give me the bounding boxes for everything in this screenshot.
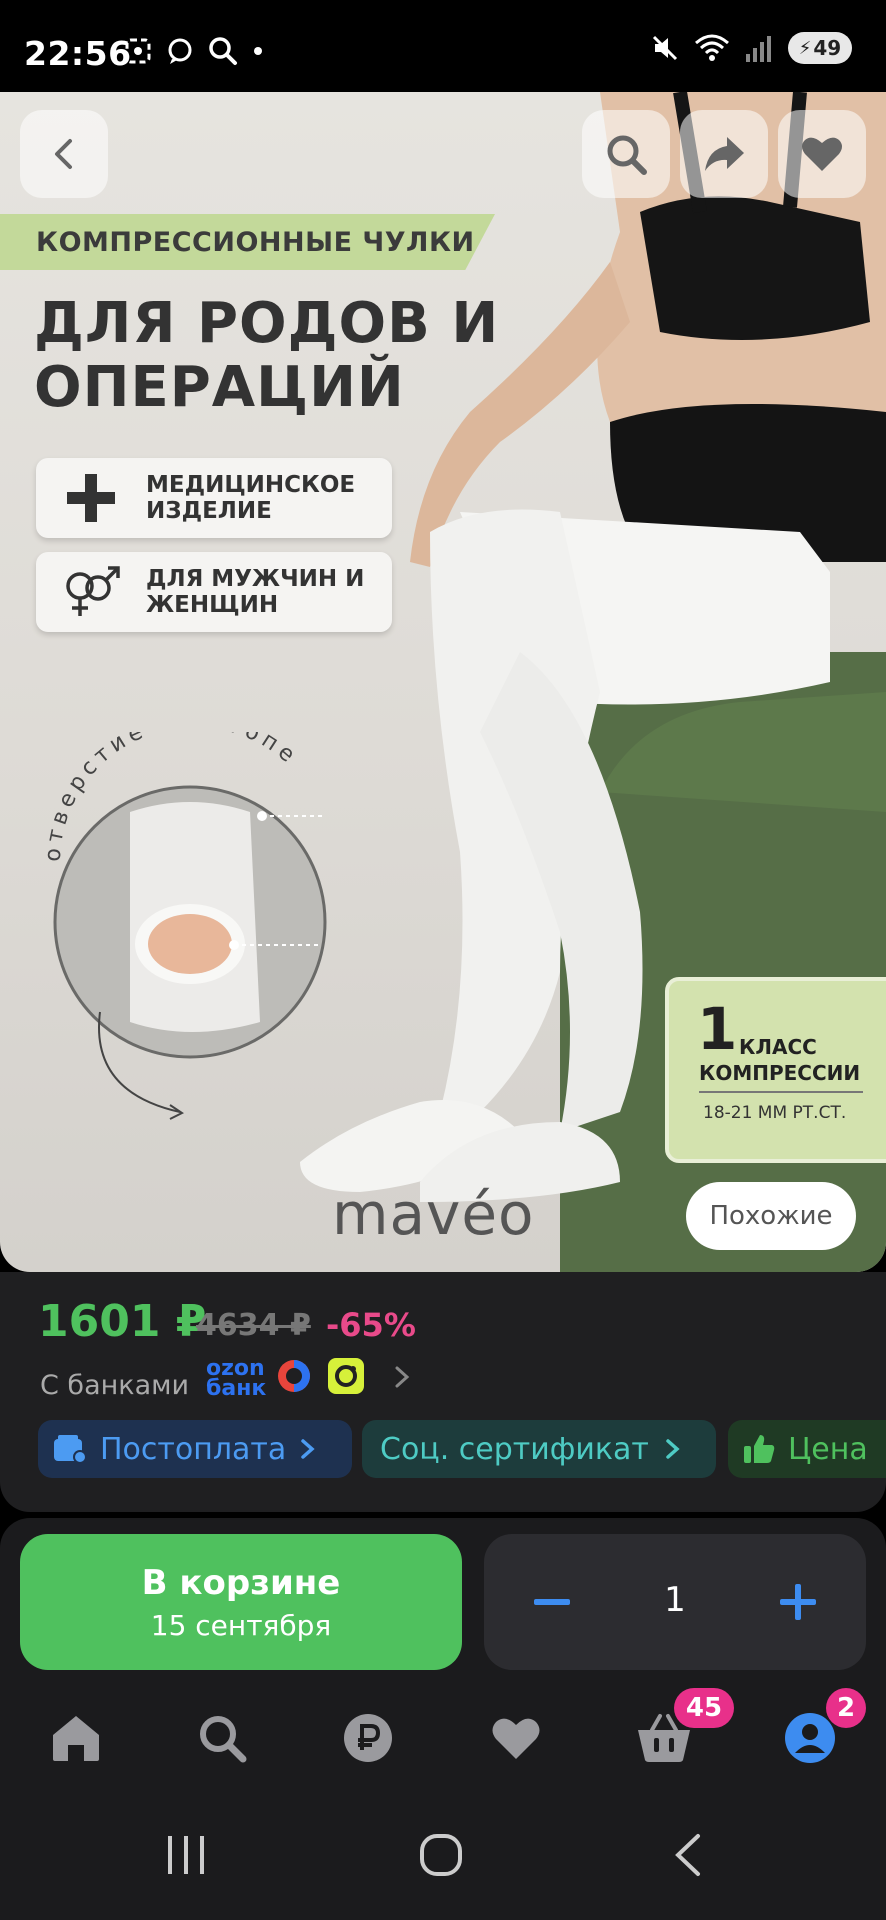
chevron-left-icon bbox=[55, 139, 72, 169]
ruble-icon bbox=[344, 1714, 392, 1762]
bank-logo-icon[interactable] bbox=[276, 1358, 312, 1394]
product-headline: ДЛЯ РОДОВ И ОПЕРАЦИЙ bbox=[34, 291, 500, 420]
plus-icon bbox=[67, 474, 115, 522]
in-cart-button[interactable]: В корзине 15 сентября bbox=[20, 1534, 462, 1670]
hole-caption: отверстие на стопе bbox=[41, 732, 303, 862]
product-image[interactable]: КОМПРЕССИОННЫЕ ЧУЛКИ ДЛЯ РОДОВ И ОПЕРАЦИ… bbox=[0, 92, 886, 1272]
home-icon bbox=[53, 1716, 99, 1761]
home-circle-icon bbox=[420, 1834, 462, 1876]
battery-indicator: ⚡ 49 bbox=[788, 32, 852, 64]
search-button[interactable] bbox=[582, 110, 670, 198]
old-price: 4634 ₽ bbox=[196, 1308, 311, 1343]
wallet-icon bbox=[54, 1435, 87, 1464]
search-icon bbox=[607, 135, 647, 175]
nav-home[interactable] bbox=[40, 1702, 112, 1774]
plus-icon bbox=[780, 1584, 816, 1620]
bank-logo-icon-2[interactable] bbox=[328, 1358, 364, 1394]
status-system-icons: ⚡ 49 bbox=[650, 32, 852, 64]
chevron-right-icon bbox=[301, 1439, 315, 1459]
status-notification-icons bbox=[124, 36, 264, 66]
product-category-banner: КОМПРЕССИОННЫЕ ЧУЛКИ bbox=[0, 214, 495, 270]
cart-bar: В корзине 15 сентября 1 bbox=[0, 1518, 886, 1678]
quantity-stepper: 1 bbox=[484, 1534, 866, 1670]
nav-favorites[interactable] bbox=[480, 1702, 552, 1774]
chevron-right-icon bbox=[666, 1439, 680, 1459]
favorite-button[interactable] bbox=[778, 110, 866, 198]
heart-icon bbox=[492, 1718, 540, 1759]
home-system-button[interactable] bbox=[418, 1832, 464, 1882]
search-icon bbox=[200, 1716, 247, 1763]
chip-price[interactable]: Цена bbox=[728, 1420, 886, 1478]
signal-icon bbox=[746, 36, 771, 62]
charging-icon: ⚡ bbox=[798, 37, 812, 59]
mute-icon bbox=[652, 35, 678, 61]
system-navigation-bar bbox=[0, 1798, 886, 1920]
back-chevron-icon bbox=[675, 1834, 700, 1876]
status-bar: 22:56 ⚡ 49 bbox=[0, 0, 886, 92]
discount-percent: -65% bbox=[326, 1306, 416, 1344]
back-system-button[interactable] bbox=[668, 1832, 708, 1882]
brand-logo: mavéo bbox=[332, 1180, 535, 1248]
feature-badge-medical: МЕДИЦИНСКОЕ ИЗДЕЛИЕ bbox=[36, 458, 392, 538]
screenshot-icon bbox=[125, 38, 151, 64]
banks-chevron-icon[interactable] bbox=[390, 1362, 414, 1396]
compression-class-badge: 1 КЛАСС КОМПРЕССИИ 18-21 ММ РТ.СТ. bbox=[665, 977, 886, 1163]
bottom-navigation: 45 2 bbox=[0, 1678, 886, 1798]
nav-search[interactable] bbox=[186, 1702, 258, 1774]
heart-icon bbox=[802, 137, 842, 171]
svg-text:отверстие на стопе: отверстие на стопе bbox=[41, 732, 303, 862]
recent-apps-icon bbox=[168, 1836, 204, 1874]
wifi-icon bbox=[695, 34, 729, 61]
share-icon bbox=[705, 137, 744, 171]
gender-icon bbox=[66, 566, 120, 616]
search-status-icon bbox=[209, 37, 237, 65]
current-price: 1601 ₽ bbox=[38, 1296, 207, 1347]
ozon-bank-logo[interactable]: ozon банк bbox=[206, 1358, 266, 1400]
profile-notification-badge: 2 bbox=[826, 1688, 866, 1728]
cart-count-badge: 45 bbox=[674, 1688, 734, 1728]
back-button[interactable] bbox=[20, 110, 108, 198]
feature-badge-gender: ДЛЯ МУЖЧИН И ЖЕНЩИН bbox=[36, 552, 392, 632]
chip-social-certificate[interactable]: Соц. сертификат bbox=[362, 1420, 716, 1478]
share-button[interactable] bbox=[680, 110, 768, 198]
chip-postpay[interactable]: Постоплата bbox=[38, 1420, 352, 1478]
product-info-panel: 1601 ₽ 4634 ₽ -65% С банками ozon банк П… bbox=[0, 1272, 886, 1512]
thumbs-up-icon bbox=[744, 1435, 775, 1463]
recent-apps-button[interactable] bbox=[164, 1832, 208, 1882]
dot-icon bbox=[254, 47, 262, 55]
banks-label[interactable]: С банками bbox=[40, 1370, 189, 1401]
increase-quantity-button[interactable] bbox=[760, 1564, 836, 1640]
status-time: 22:56 bbox=[24, 34, 132, 73]
chat-icon bbox=[168, 38, 192, 64]
nav-finance[interactable] bbox=[332, 1702, 404, 1774]
similar-products-button[interactable]: Похожие bbox=[686, 1182, 856, 1250]
